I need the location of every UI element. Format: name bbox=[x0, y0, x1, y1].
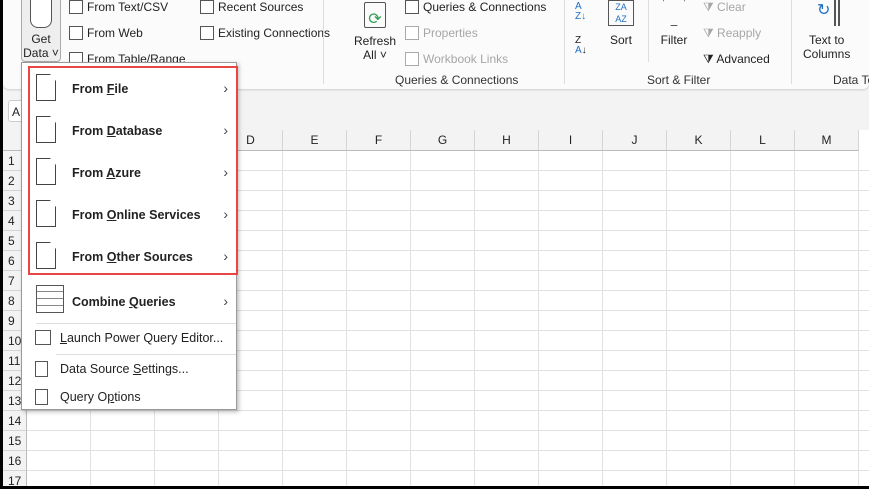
other-sources-icon bbox=[36, 242, 56, 269]
clear-filter-icon: ⧩ bbox=[703, 0, 718, 14]
excel-window: Get Data ˅ From Text/CSV From Web From T… bbox=[3, 0, 869, 486]
power-query-editor-icon bbox=[35, 330, 51, 345]
menu-item-database[interactable]: From Database › bbox=[22, 110, 238, 152]
advanced-button[interactable]: ⧩ Advanced bbox=[703, 52, 770, 67]
column-header-K[interactable]: K bbox=[667, 130, 731, 151]
column-header-G[interactable]: G bbox=[411, 130, 475, 151]
column-header-J[interactable]: J bbox=[603, 130, 667, 151]
clear-button[interactable]: ⧩ Clear bbox=[703, 0, 746, 15]
workbook-links-button[interactable]: Workbook Links bbox=[405, 52, 508, 66]
combine-queries-icon bbox=[36, 285, 64, 313]
reapply-button[interactable]: ⧩ Reapply bbox=[703, 26, 761, 41]
menu-item-data-source-settings[interactable]: Data Source Settings... bbox=[22, 356, 238, 382]
filter-button[interactable]: Filter bbox=[659, 0, 689, 47]
menu-item-combine-queries[interactable]: Combine Queries › bbox=[22, 281, 238, 323]
row-header-15[interactable]: 15 bbox=[3, 431, 27, 451]
group-label-queries: Queries & Connections bbox=[395, 73, 519, 87]
get-data-button[interactable]: Get Data ˅ bbox=[21, 0, 61, 62]
chevron-right-icon: › bbox=[223, 206, 228, 223]
database-icon bbox=[36, 116, 56, 143]
from-web-button[interactable]: From Web bbox=[69, 26, 143, 40]
cloud-icon bbox=[36, 200, 56, 227]
connection-icon bbox=[200, 26, 214, 40]
sort-z-a-button[interactable]: Z A↓ bbox=[575, 36, 587, 56]
menu-item-file[interactable]: From File › bbox=[22, 68, 238, 110]
text-to-columns-icon: ↻ bbox=[814, 0, 840, 26]
refresh-all-button[interactable]: ⟳ Refresh All ˅ bbox=[353, 2, 397, 62]
menu-item-query-options[interactable]: Query Options bbox=[22, 384, 238, 410]
column-header-L[interactable]: L bbox=[731, 130, 795, 151]
menu-item-launch-power-query-editor[interactable]: Launch Power Query Editor... bbox=[22, 325, 238, 351]
chevron-right-icon: › bbox=[223, 80, 228, 97]
recent-sources-button[interactable]: Recent Sources bbox=[200, 0, 303, 14]
row-header-17[interactable]: 17 bbox=[3, 471, 27, 486]
column-header-E[interactable]: E bbox=[283, 130, 347, 151]
clock-icon bbox=[200, 0, 214, 14]
text-to-columns-button[interactable]: ↻ Text to Columns bbox=[803, 0, 850, 61]
sort-icon: ZA AZ bbox=[608, 0, 634, 26]
menu-item-azure[interactable]: From Azure › bbox=[22, 152, 238, 194]
database-icon bbox=[30, 0, 52, 28]
column-header-F[interactable]: F bbox=[347, 130, 411, 151]
queries-connections-button[interactable]: Queries & Connections bbox=[405, 0, 546, 14]
links-icon bbox=[405, 52, 419, 66]
existing-connections-button[interactable]: Existing Connections bbox=[200, 26, 330, 40]
web-icon bbox=[69, 26, 83, 40]
get-data-menu: From File › From Database › From Azure ›… bbox=[21, 62, 238, 410]
advanced-filter-icon: ⧩ bbox=[703, 52, 717, 66]
properties-button[interactable]: Properties bbox=[405, 26, 478, 40]
chevron-right-icon: › bbox=[223, 122, 228, 139]
menu-item-cloud[interactable]: From Online Services › bbox=[22, 194, 238, 236]
group-label-sort-filter: Sort & Filter bbox=[647, 73, 711, 87]
data-source-settings-icon bbox=[35, 361, 48, 377]
chevron-right-icon: › bbox=[223, 248, 228, 265]
query-options-icon bbox=[35, 389, 48, 405]
properties-icon bbox=[405, 26, 419, 40]
text-file-icon bbox=[69, 0, 83, 14]
row-header-16[interactable]: 16 bbox=[3, 451, 27, 471]
reapply-icon: ⧩ bbox=[703, 26, 718, 40]
queries-icon bbox=[405, 0, 419, 14]
chevron-right-icon: › bbox=[223, 164, 228, 181]
column-header-H[interactable]: H bbox=[475, 130, 539, 151]
filter-icon bbox=[663, 0, 685, 26]
refresh-icon: ⟳ bbox=[364, 2, 386, 28]
column-header-I[interactable]: I bbox=[539, 130, 603, 151]
from-text-csv-button[interactable]: From Text/CSV bbox=[69, 0, 168, 14]
sort-a-z-button[interactable]: A Z↓ bbox=[575, 2, 586, 22]
file-icon bbox=[36, 74, 56, 101]
chevron-right-icon: › bbox=[223, 293, 228, 310]
azure-icon bbox=[36, 158, 56, 185]
row-header-14[interactable]: 14 bbox=[3, 411, 27, 431]
column-header-M[interactable]: M bbox=[795, 130, 859, 151]
menu-item-other-sources[interactable]: From Other Sources › bbox=[22, 236, 238, 278]
group-label-data-tools: Data To bbox=[833, 73, 869, 87]
sort-button[interactable]: ZA AZ Sort bbox=[606, 0, 636, 47]
